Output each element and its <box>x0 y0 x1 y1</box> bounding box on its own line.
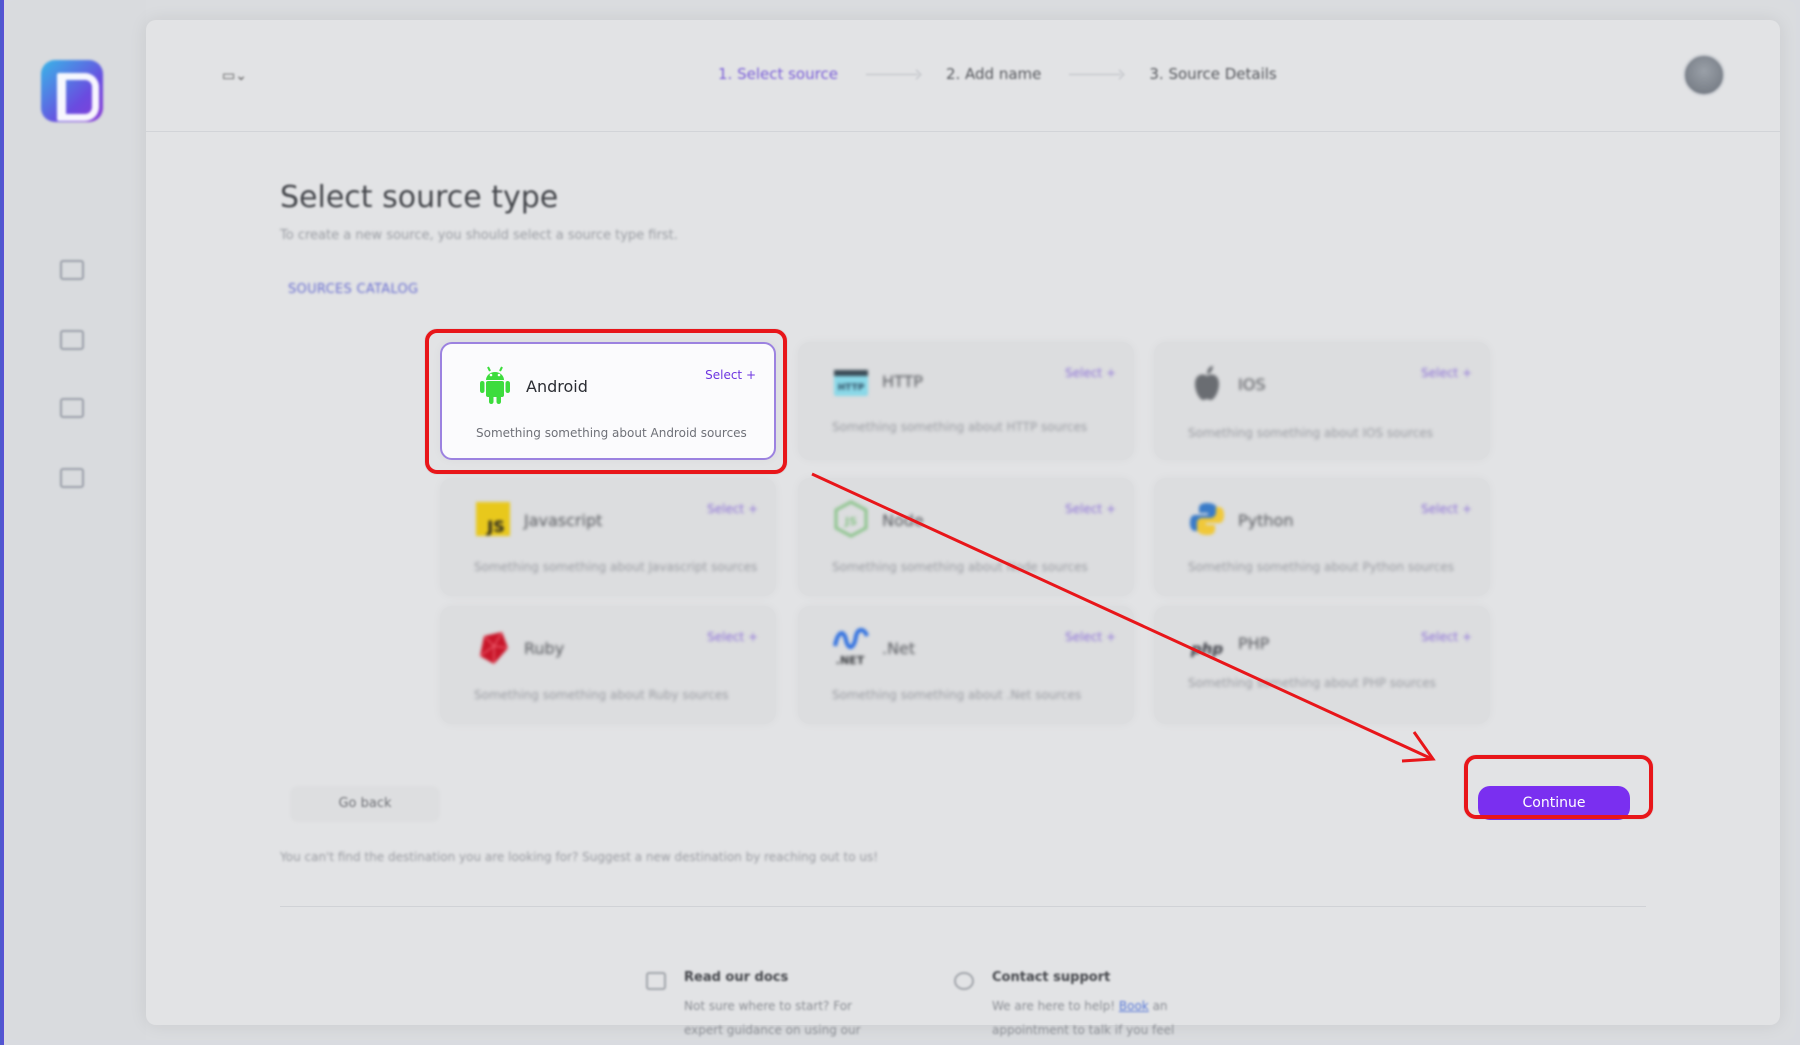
javascript-icon: JS <box>476 502 510 536</box>
python-icon <box>1190 503 1224 535</box>
select-button[interactable]: Select + <box>707 630 758 644</box>
support-text-before: We are here to help! <box>992 999 1116 1013</box>
nodejs-icon: JS <box>834 500 868 538</box>
php-icon: php <box>1190 640 1223 658</box>
main-panel: ▭⌄ 1. Select source 2. Add name 3. Sourc… <box>146 20 1780 1037</box>
source-description: Something something about Javascript sou… <box>474 560 758 574</box>
select-button[interactable]: Select + <box>707 502 758 516</box>
sources-grid: Android Select + Something something abo… <box>146 132 1780 1025</box>
source-card-node[interactable]: JS Node Select + Something something abo… <box>798 478 1134 596</box>
step-select-source: 1. Select source <box>718 65 838 83</box>
source-name: PHP <box>1238 634 1270 653</box>
source-description: Something something about IOS sources <box>1188 426 1434 440</box>
divider <box>280 906 1646 907</box>
app-window: ▭⌄ 1. Select source 2. Add name 3. Sourc… <box>0 0 1800 1045</box>
source-description: Something something about Ruby sources <box>474 688 729 702</box>
source-description: Something something about Python sources <box>1188 560 1455 574</box>
source-card-php[interactable]: php PHP Select + Something something abo… <box>1154 606 1490 724</box>
dotnet-icon: .NET <box>833 628 869 667</box>
source-description: Something something about PHP sources <box>1188 676 1436 690</box>
highlight-android-card <box>425 329 787 474</box>
folder-search-icon[interactable] <box>60 468 84 488</box>
svg-text:JS: JS <box>486 517 504 536</box>
source-description: Something something about .Net sources <box>832 688 1082 702</box>
app-shell: ▭⌄ 1. Select source 2. Add name 3. Sourc… <box>6 0 1796 1040</box>
docs-title: Read our docs <box>684 970 789 985</box>
select-button[interactable]: Select + <box>1065 502 1116 516</box>
content: Select source type To create a new sourc… <box>146 132 1780 1037</box>
source-card-ios[interactable]: IOS Select + Something something about I… <box>1154 342 1490 460</box>
source-name: .Net <box>882 639 916 658</box>
source-name: Ruby <box>524 639 565 658</box>
file-export-icon[interactable] <box>60 260 84 280</box>
svg-text:.NET: .NET <box>836 654 865 667</box>
folder-settings-icon[interactable] <box>60 330 84 350</box>
folder-switch-button[interactable]: ▭⌄ <box>222 68 247 84</box>
select-button[interactable]: Select + <box>1421 366 1472 380</box>
step-arrow <box>1069 73 1122 75</box>
source-description: Something something about HTTP sources <box>832 420 1088 434</box>
book-link[interactable]: Book <box>1119 999 1149 1013</box>
sidebar <box>6 0 146 1040</box>
source-card-ruby[interactable]: Ruby Select + Something something about … <box>440 606 776 724</box>
source-card-http[interactable]: HTTP HTTP Select + Something something a… <box>798 342 1134 460</box>
source-name: IOS <box>1238 375 1266 394</box>
step-source-details: 3. Source Details <box>1149 65 1277 83</box>
svg-text:HTTP: HTTP <box>838 383 865 393</box>
docs-icon <box>646 972 666 990</box>
source-card-python[interactable]: Python Select + Something something abou… <box>1154 478 1490 596</box>
apple-icon <box>1195 366 1219 400</box>
svg-text:JS: JS <box>844 515 857 528</box>
avatar[interactable] <box>1683 54 1725 96</box>
source-name: Node <box>882 511 924 530</box>
source-description: Something something about Node sources <box>832 560 1088 574</box>
logo-icon[interactable] <box>41 60 103 122</box>
http-icon: HTTP <box>834 370 868 396</box>
docs-text: Not sure where to start? For expert guid… <box>684 999 861 1037</box>
select-button[interactable]: Select + <box>1421 502 1472 516</box>
go-back-button[interactable]: Go back <box>290 786 440 822</box>
source-card-dotnet[interactable]: .NET .Net Select + Something something a… <box>798 606 1134 724</box>
select-button[interactable]: Select + <box>1065 366 1116 380</box>
support-title: Contact support <box>992 970 1111 985</box>
support-text: We are here to help! Book an appointment… <box>992 994 1192 1040</box>
folder-open-icon[interactable] <box>60 398 84 418</box>
select-button[interactable]: Select + <box>1065 630 1116 644</box>
source-card-javascript[interactable]: JS Javascript Select + Something somethi… <box>440 478 776 596</box>
source-name: Javascript <box>524 511 603 530</box>
footer-note: You can't find the destination you are l… <box>280 850 879 864</box>
source-name: Python <box>1238 511 1294 530</box>
chat-icon <box>954 972 974 990</box>
highlight-continue-button <box>1464 755 1653 819</box>
svg-text:php: php <box>1190 640 1223 658</box>
select-button[interactable]: Select + <box>1421 630 1472 644</box>
stepper: 1. Select source 2. Add name 3. Source D… <box>718 65 1277 83</box>
topbar: ▭⌄ 1. Select source 2. Add name 3. Sourc… <box>146 20 1780 132</box>
step-arrow <box>865 73 918 75</box>
source-name: HTTP <box>882 372 923 391</box>
ruby-icon <box>479 631 509 664</box>
step-add-name: 2. Add name <box>945 65 1042 83</box>
